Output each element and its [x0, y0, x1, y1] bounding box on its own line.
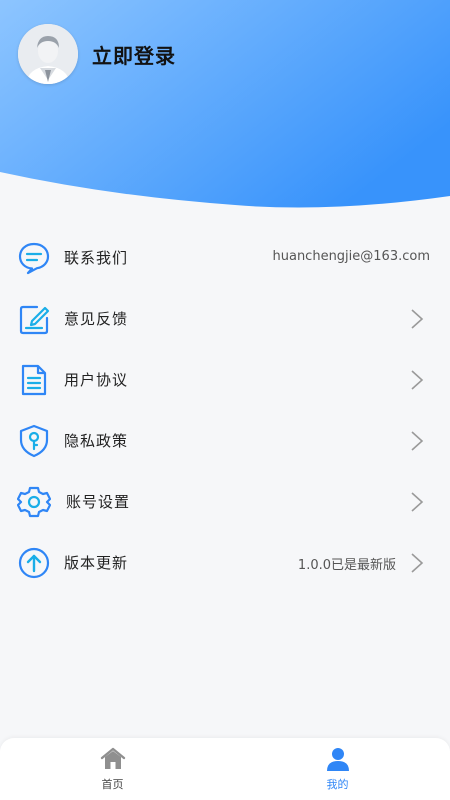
chevron-right-icon — [411, 370, 424, 390]
menu-item-feedback[interactable]: 意见反馈 — [0, 288, 450, 349]
upload-arrow-icon — [18, 547, 50, 579]
bottom-tab-bar: 首页 我的 — [0, 738, 450, 800]
avatar[interactable] — [18, 24, 78, 84]
home-icon — [100, 747, 126, 769]
gear-icon — [17, 486, 51, 518]
document-icon — [21, 364, 47, 396]
person-icon — [327, 748, 349, 771]
chevron-right-icon — [411, 492, 424, 512]
menu-item-label: 意见反馈 — [64, 310, 129, 328]
contact-email: huanchengjie@163.com — [272, 249, 431, 264]
settings-menu: 联系我们 huanchengjie@163.com 意见反馈 用户协议 隐私政策… — [0, 227, 450, 593]
menu-item-label: 版本更新 — [64, 554, 129, 572]
menu-item-contact[interactable]: 联系我们 huanchengjie@163.com — [0, 227, 450, 288]
chevron-right-icon — [411, 553, 424, 573]
chevron-right-icon — [411, 431, 424, 451]
menu-item-user-agreement[interactable]: 用户协议 — [0, 349, 450, 410]
menu-item-account-settings[interactable]: 账号设置 — [0, 471, 450, 532]
chat-bubble-icon — [18, 242, 50, 275]
menu-item-label: 账号设置 — [66, 493, 131, 511]
tab-mine[interactable]: 我的 — [225, 738, 450, 800]
shield-key-icon — [19, 424, 49, 458]
feedback-edit-icon — [19, 305, 50, 335]
tab-label: 我的 — [326, 778, 349, 791]
menu-item-version-update[interactable]: 版本更新 1.0.0已是最新版 — [0, 532, 450, 593]
profile-header: 立即登录 — [0, 0, 450, 215]
menu-item-privacy-policy[interactable]: 隐私政策 — [0, 410, 450, 471]
menu-item-label: 用户协议 — [64, 371, 129, 389]
tab-home[interactable]: 首页 — [0, 738, 225, 800]
default-user-icon — [18, 24, 78, 84]
chevron-right-icon — [411, 309, 424, 329]
tab-label: 首页 — [101, 778, 124, 791]
menu-item-label: 隐私政策 — [64, 432, 129, 450]
login-link[interactable]: 立即登录 — [92, 40, 176, 69]
version-status: 1.0.0已是最新版 — [297, 558, 396, 573]
menu-item-label: 联系我们 — [64, 249, 129, 267]
